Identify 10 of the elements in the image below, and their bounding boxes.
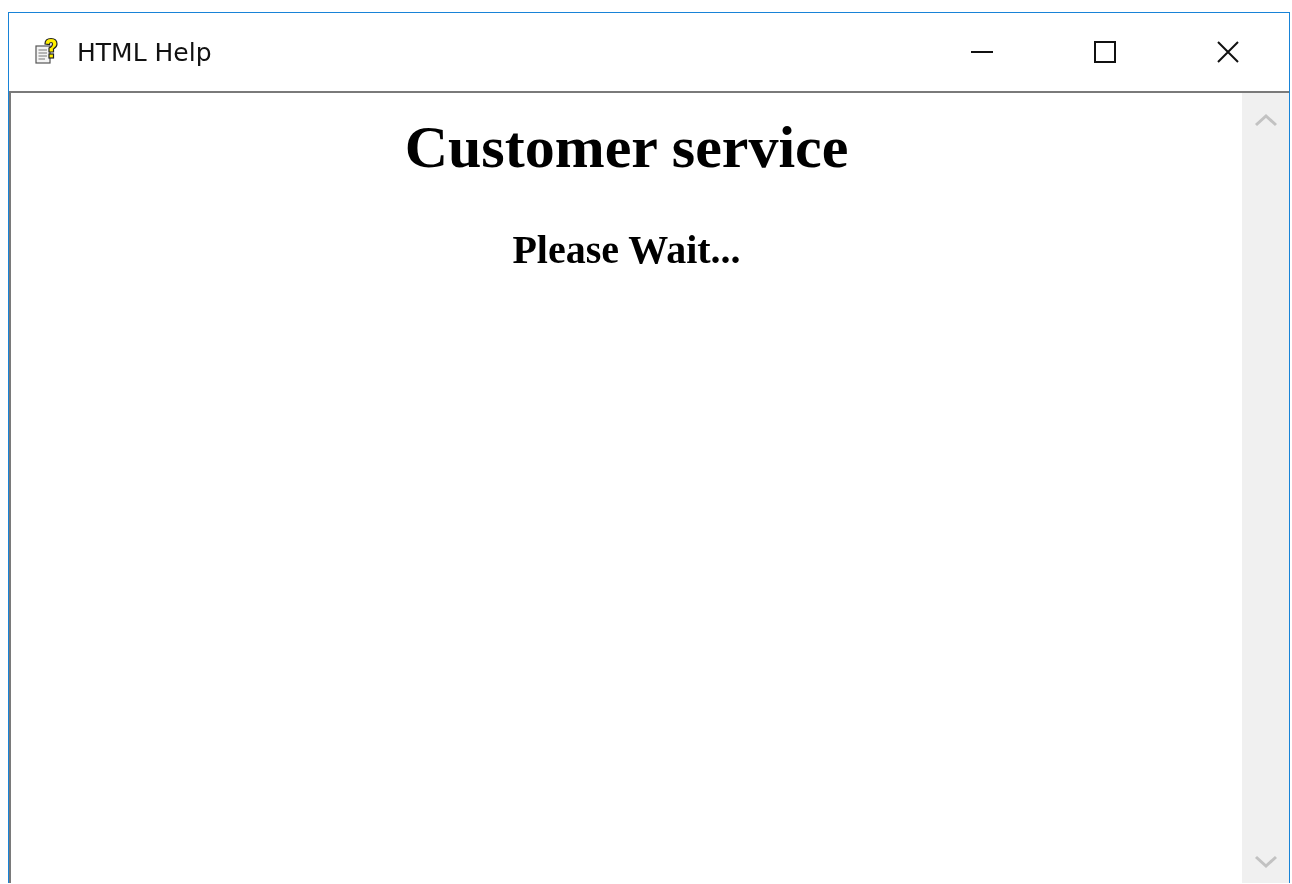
window-title: HTML Help — [77, 37, 213, 67]
vertical-scrollbar[interactable] — [1242, 93, 1289, 883]
scroll-down-icon[interactable] — [1253, 855, 1278, 869]
help-document-icon — [35, 37, 59, 65]
close-icon — [1216, 41, 1239, 63]
maximize-icon — [1093, 41, 1116, 63]
minimize-icon — [970, 51, 993, 53]
page-heading: Customer service — [403, 113, 850, 182]
scroll-up-icon[interactable] — [1253, 113, 1278, 127]
wait-message: Please Wait... — [511, 226, 742, 273]
